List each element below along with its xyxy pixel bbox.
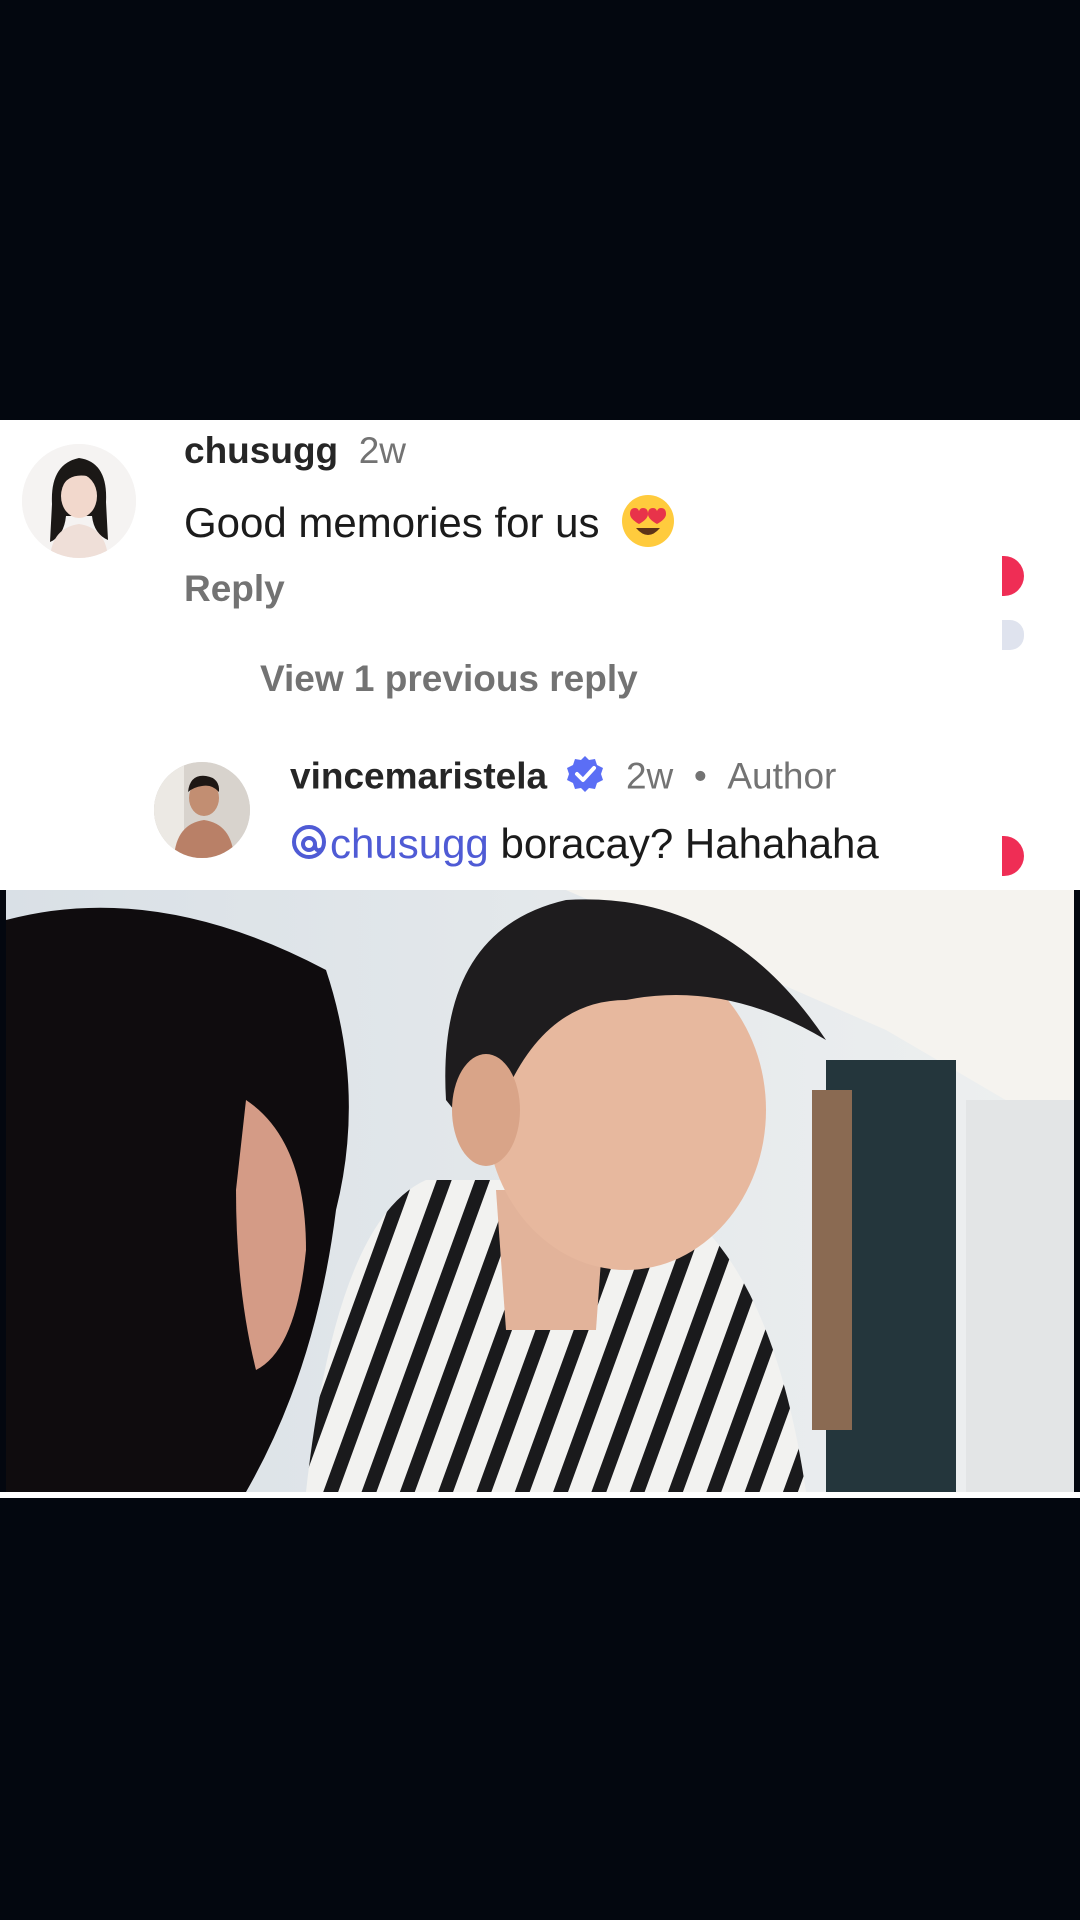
reply-time-text: 2w — [625, 755, 674, 797]
reply-username[interactable]: vincemaristela 2w • Author — [290, 754, 836, 803]
heart-eyes-emoji-icon — [621, 494, 675, 558]
comment-text: Good memories for us — [184, 494, 675, 558]
photo-image — [6, 890, 1074, 1492]
like-heart-icon[interactable] — [1002, 556, 1024, 596]
meta-separator: • — [693, 755, 707, 797]
avatar-vincemaristela[interactable] — [154, 762, 250, 858]
reply-like-heart-icon[interactable] — [1002, 836, 1024, 876]
reply-button[interactable]: Reply — [184, 568, 285, 610]
comment-time-text: 2w — [358, 430, 407, 471]
side-fade-decoration — [1002, 620, 1024, 650]
verified-badge-icon — [565, 754, 605, 803]
avatar-chusugg[interactable] — [22, 444, 136, 558]
author-label: Author — [727, 755, 837, 797]
letterbox-top — [0, 0, 1080, 420]
comment-username[interactable]: chusugg 2w — [184, 430, 406, 472]
comment-timestamp: 2w — [348, 430, 406, 471]
view-previous-replies-button[interactable]: View 1 previous reply — [260, 658, 638, 700]
avatar-chusugg-image — [22, 444, 136, 558]
reply-username-text[interactable]: vincemaristela — [290, 755, 547, 796]
letterbox-bottom — [0, 1498, 1080, 1920]
video-still-photo — [6, 890, 1074, 1492]
reply-meta: 2w • Author — [616, 755, 837, 797]
reply-text: chusugg boracay? Hahahaha — [290, 820, 879, 871]
avatar-vincemaristela-image — [154, 762, 250, 858]
threads-icon — [290, 823, 328, 871]
comment-username-text[interactable]: chusugg — [184, 430, 338, 471]
comment-thread-screenshot: chusugg 2w Good memories for us Reply Vi… — [0, 420, 1080, 890]
comment-body: Good memories for us — [184, 499, 600, 547]
mention-text[interactable]: chusugg — [330, 820, 489, 867]
reply-body: boracay? Hahahaha — [488, 820, 879, 867]
mention-link[interactable]: chusugg — [290, 820, 489, 867]
